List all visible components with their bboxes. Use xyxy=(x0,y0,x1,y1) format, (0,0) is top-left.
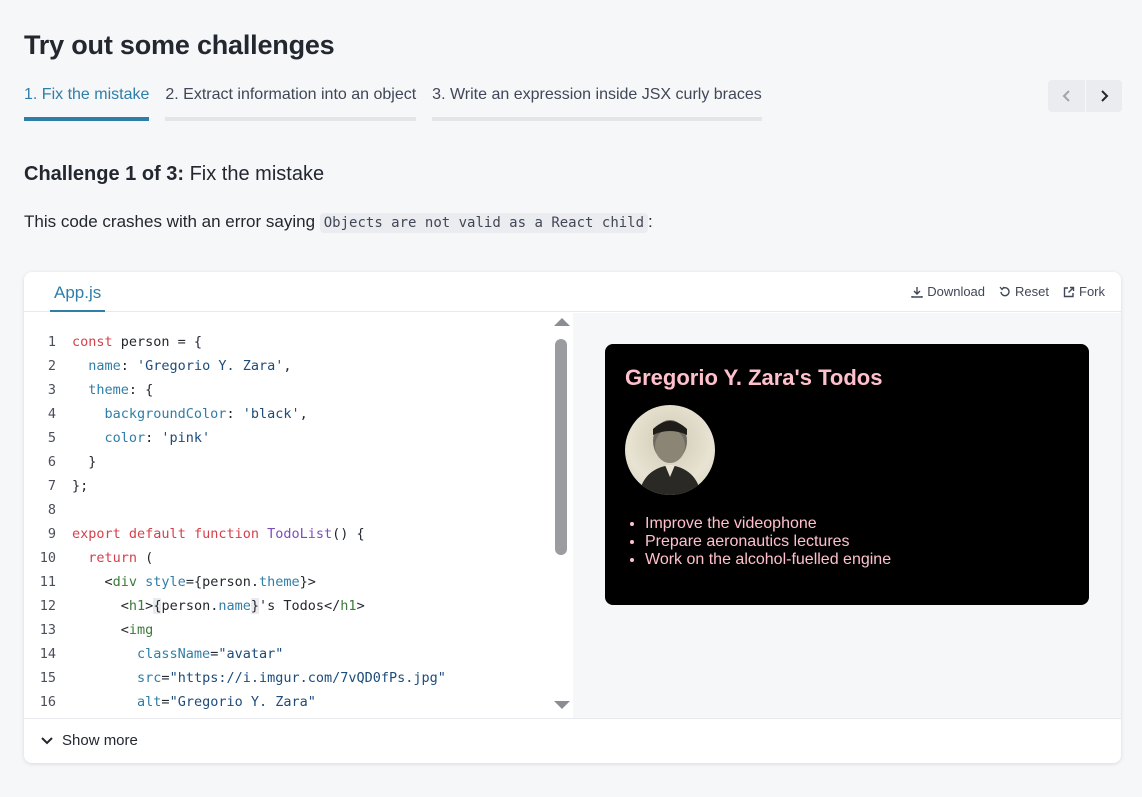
list-item: Improve the videophone xyxy=(645,515,891,533)
challenge-nav xyxy=(1048,80,1122,112)
tab-write-expression[interactable]: 3. Write an expression inside JSX curly … xyxy=(432,86,762,121)
chevron-left-icon xyxy=(1062,90,1070,102)
code-line: 9 export default function TodoList() { xyxy=(24,522,554,546)
show-more-label: Show more xyxy=(62,732,138,749)
line-number: 11 xyxy=(39,574,56,590)
code-line: 6 } xyxy=(24,450,554,474)
chevron-right-icon xyxy=(1101,90,1109,102)
code-line: 3 theme: { xyxy=(24,378,554,402)
code-line: 16 alt="Gregorio Y. Zara" xyxy=(24,690,554,714)
list-item: Prepare aeronautics lectures xyxy=(645,533,891,551)
avatar-portrait xyxy=(639,420,701,495)
fork-button[interactable]: Fork xyxy=(1063,284,1105,299)
description-text: This code crashes with an error saying xyxy=(24,212,320,231)
error-message-code: Objects are not valid as a React child xyxy=(319,213,649,233)
sandbox-header: App.js Download Reset Fork xyxy=(24,272,1121,312)
chevron-down-icon xyxy=(41,736,53,744)
line-number: 8 xyxy=(47,502,56,518)
scroll-down-arrow[interactable] xyxy=(554,701,570,709)
todo-heading: Gregorio Y. Zara's Todos xyxy=(625,365,883,390)
line-number: 6 xyxy=(47,454,56,470)
preview-pane: Gregorio Y. Zara's Todos Improve the vid… xyxy=(573,313,1121,718)
code-line: 11 <div style={person.theme}> xyxy=(24,570,554,594)
code-line: 14 className="avatar" xyxy=(24,642,554,666)
code-line: 10 return ( xyxy=(24,546,554,570)
avatar xyxy=(625,405,715,495)
challenge-title: Fix the mistake xyxy=(189,163,325,185)
external-link-icon xyxy=(1063,286,1075,297)
show-more-button[interactable]: Show more xyxy=(40,732,138,749)
code-line: 8 xyxy=(24,498,554,522)
scrollbar-thumb[interactable] xyxy=(555,339,567,555)
line-number: 16 xyxy=(39,694,56,710)
download-button[interactable]: Download xyxy=(911,284,985,299)
line-number: 7 xyxy=(47,478,56,494)
download-icon xyxy=(911,286,923,298)
line-number: 10 xyxy=(39,550,56,566)
reset-label: Reset xyxy=(1015,284,1049,299)
fork-label: Fork xyxy=(1079,284,1105,299)
scroll-up-arrow[interactable] xyxy=(554,318,570,326)
challenge-counter: Challenge 1 of 3: xyxy=(24,163,185,185)
line-number: 1 xyxy=(47,334,56,350)
file-tab-app-js[interactable]: App.js xyxy=(50,272,106,312)
code-sandbox: App.js Download Reset Fork 1 const person… xyxy=(24,272,1121,763)
code-line: 13 <img xyxy=(24,618,554,642)
download-label: Download xyxy=(927,284,986,299)
code-line: 1 const person = { xyxy=(24,330,554,354)
line-number: 4 xyxy=(47,406,56,422)
line-number: 5 xyxy=(47,430,56,446)
code-editor[interactable]: 1 const person = { 2 name: 'Gregorio Y. Z… xyxy=(24,313,572,718)
code-line: 2 name: 'Gregorio Y. Zara', xyxy=(24,354,554,378)
page-title: Try out some challenges xyxy=(24,30,335,60)
challenge-description: This code crashes with an error saying O… xyxy=(24,212,653,233)
previous-challenge-button[interactable] xyxy=(1048,80,1085,112)
challenge-heading: Challenge 1 of 3: Fix the mistake xyxy=(24,163,324,186)
code-line: 12 <h1>{person.name}'s Todos</h1> xyxy=(24,594,554,618)
description-suffix: : xyxy=(648,212,653,231)
sandbox-footer: Show more xyxy=(24,718,1121,763)
line-number: 2 xyxy=(47,358,56,374)
code-line: 5 color: 'pink' xyxy=(24,426,554,450)
line-number: 9 xyxy=(47,526,56,542)
editor-scrollbar[interactable] xyxy=(552,313,572,718)
line-number: 13 xyxy=(39,622,56,638)
line-number: 15 xyxy=(39,670,56,686)
code-line: 4 backgroundColor: 'black', xyxy=(24,402,554,426)
tab-extract-information[interactable]: 2. Extract information into an object xyxy=(165,86,417,121)
sandbox-actions: Download Reset Fork xyxy=(911,284,1105,299)
todo-card: Gregorio Y. Zara's Todos Improve the vid… xyxy=(605,344,1089,605)
line-number: 12 xyxy=(39,598,56,614)
reset-button[interactable]: Reset xyxy=(999,284,1049,299)
list-item: Work on the alcohol-fuelled engine xyxy=(645,551,891,569)
line-number: 3 xyxy=(47,382,56,398)
next-challenge-button[interactable] xyxy=(1085,80,1122,112)
line-number: 14 xyxy=(39,646,56,662)
tab-fix-the-mistake[interactable]: 1. Fix the mistake xyxy=(24,86,150,121)
reset-icon xyxy=(999,286,1010,296)
challenge-tabs: 1. Fix the mistake 2. Extract informatio… xyxy=(24,86,762,121)
code-line: 7}; xyxy=(24,474,554,498)
todo-list: Improve the videophone Prepare aeronauti… xyxy=(645,515,891,569)
code-line: 15 src="https://i.imgur.com/7vQD0fPs.jpg… xyxy=(24,666,554,690)
